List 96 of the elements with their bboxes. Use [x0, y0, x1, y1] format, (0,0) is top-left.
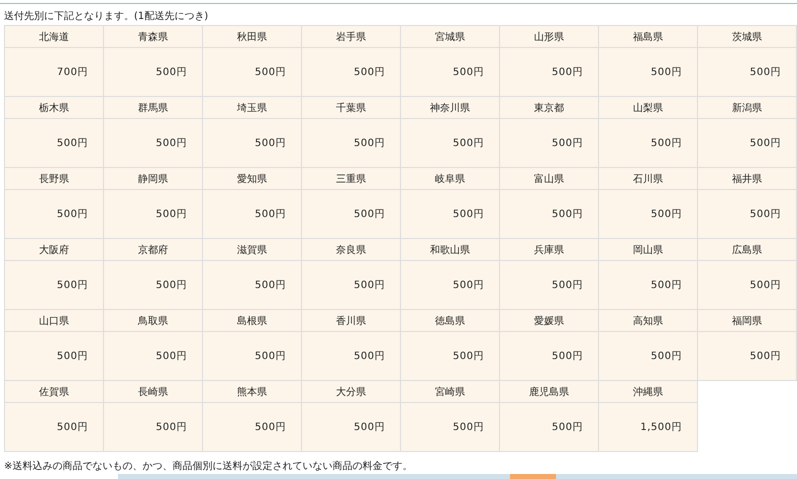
shipping-fee: 500円 — [302, 332, 401, 381]
prefecture-name: 北海道 — [5, 26, 104, 48]
prefecture-name: 山形県 — [500, 26, 599, 48]
shipping-fee: 500円 — [5, 261, 104, 310]
prefecture-name: 愛知県 — [203, 168, 302, 190]
shipping-fee: 700円 — [5, 48, 104, 97]
shipping-fee: 500円 — [698, 119, 797, 168]
shipping-fee: 500円 — [500, 403, 599, 452]
prefecture-name: 奈良県 — [302, 239, 401, 261]
prefecture-name: 大阪府 — [5, 239, 104, 261]
shipping-fee: 500円 — [500, 190, 599, 239]
intro-text: 送付先別に下記となります。(1配送先につき) — [4, 10, 210, 23]
shipping-fee: 500円 — [698, 190, 797, 239]
shipping-fee: 500円 — [698, 48, 797, 97]
prefecture-name: 神奈川県 — [401, 97, 500, 119]
prefecture-name: 沖縄県 — [599, 381, 698, 403]
shipping-fee: 500円 — [203, 403, 302, 452]
prefecture-name: 佐賀県 — [5, 381, 104, 403]
shipping-fee: 500円 — [302, 119, 401, 168]
prefecture-name: 長野県 — [5, 168, 104, 190]
shipping-fee: 500円 — [401, 261, 500, 310]
prefecture-name: 福井県 — [698, 168, 797, 190]
prefecture-name: 鳥取県 — [104, 310, 203, 332]
shipping-fee: 500円 — [203, 261, 302, 310]
shipping-fee: 500円 — [203, 119, 302, 168]
shipping-fee: 500円 — [698, 332, 797, 381]
prefecture-name: 徳島県 — [401, 310, 500, 332]
shipping-fee: 500円 — [5, 332, 104, 381]
prefecture-name: 富山県 — [500, 168, 599, 190]
prefecture-name: 福島県 — [599, 26, 698, 48]
shipping-fee: 500円 — [599, 190, 698, 239]
shipping-fee: 500円 — [302, 403, 401, 452]
shipping-fee: 500円 — [104, 403, 203, 452]
prefecture-name: 京都府 — [104, 239, 203, 261]
shipping-fee: 500円 — [302, 261, 401, 310]
prefecture-name: 長崎県 — [104, 381, 203, 403]
prefecture-name: 島根県 — [203, 310, 302, 332]
prefecture-name: 茨城県 — [698, 26, 797, 48]
note-text: ※送料込みの商品でないもの、かつ、商品個別に送料が設定されていない商品の料金です。 — [4, 460, 414, 473]
prefecture-name: 群馬県 — [104, 97, 203, 119]
prefecture-name: 石川県 — [599, 168, 698, 190]
shipping-fee: 500円 — [104, 48, 203, 97]
prefecture-name: 岐阜県 — [401, 168, 500, 190]
shipping-fee: 500円 — [401, 190, 500, 239]
prefecture-name: 新潟県 — [698, 97, 797, 119]
shipping-fee: 500円 — [302, 48, 401, 97]
prefecture-name: 熊本県 — [203, 381, 302, 403]
shipping-fee: 500円 — [401, 119, 500, 168]
shipping-fee: 500円 — [104, 190, 203, 239]
prefecture-name: 宮城県 — [401, 26, 500, 48]
prefecture-name: 青森県 — [104, 26, 203, 48]
prefecture-name: 栃木県 — [5, 97, 104, 119]
prefecture-name: 宮崎県 — [401, 381, 500, 403]
prefecture-name: 埼玉県 — [203, 97, 302, 119]
shipping-fee: 1,500円 — [599, 403, 698, 452]
prefecture-name: 鹿児島県 — [500, 381, 599, 403]
shipping-fee: 500円 — [104, 119, 203, 168]
shipping-fee: 500円 — [203, 48, 302, 97]
prefecture-name: 広島県 — [698, 239, 797, 261]
prefecture-name: 三重県 — [302, 168, 401, 190]
prefecture-name: 大分県 — [302, 381, 401, 403]
shipping-fee: 500円 — [401, 48, 500, 97]
shipping-fee: 500円 — [302, 190, 401, 239]
shipping-fee: 500円 — [5, 119, 104, 168]
shipping-fee: 500円 — [500, 48, 599, 97]
prefecture-name: 千葉県 — [302, 97, 401, 119]
shipping-fee: 500円 — [5, 190, 104, 239]
prefecture-name: 兵庫県 — [500, 239, 599, 261]
prefecture-name: 和歌山県 — [401, 239, 500, 261]
shipping-fee: 500円 — [500, 261, 599, 310]
prefecture-name: 岩手県 — [302, 26, 401, 48]
shipping-fee: 500円 — [203, 332, 302, 381]
prefecture-name: 滋賀県 — [203, 239, 302, 261]
prefecture-name: 愛媛県 — [500, 310, 599, 332]
shipping-fee: 500円 — [599, 261, 698, 310]
prefecture-name: 岡山県 — [599, 239, 698, 261]
shipping-fee: 500円 — [203, 190, 302, 239]
prefecture-name: 秋田県 — [203, 26, 302, 48]
shipping-fee: 500円 — [599, 48, 698, 97]
shipping-fee: 500円 — [500, 119, 599, 168]
prefecture-name: 静岡県 — [104, 168, 203, 190]
prefecture-name: 山梨県 — [599, 97, 698, 119]
prefecture-name: 高知県 — [599, 310, 698, 332]
shipping-fee: 500円 — [599, 332, 698, 381]
shipping-fee: 500円 — [401, 403, 500, 452]
prefecture-name: 福岡県 — [698, 310, 797, 332]
shipping-fee: 500円 — [599, 119, 698, 168]
shipping-fee: 500円 — [500, 332, 599, 381]
shipping-fee: 500円 — [401, 332, 500, 381]
prefecture-name: 山口県 — [5, 310, 104, 332]
prefecture-name: 香川県 — [302, 310, 401, 332]
shipping-fee: 500円 — [104, 332, 203, 381]
prefecture-name: 東京都 — [500, 97, 599, 119]
shipping-fee: 500円 — [104, 261, 203, 310]
shipping-fee: 500円 — [5, 403, 104, 452]
shipping-fee: 500円 — [698, 261, 797, 310]
